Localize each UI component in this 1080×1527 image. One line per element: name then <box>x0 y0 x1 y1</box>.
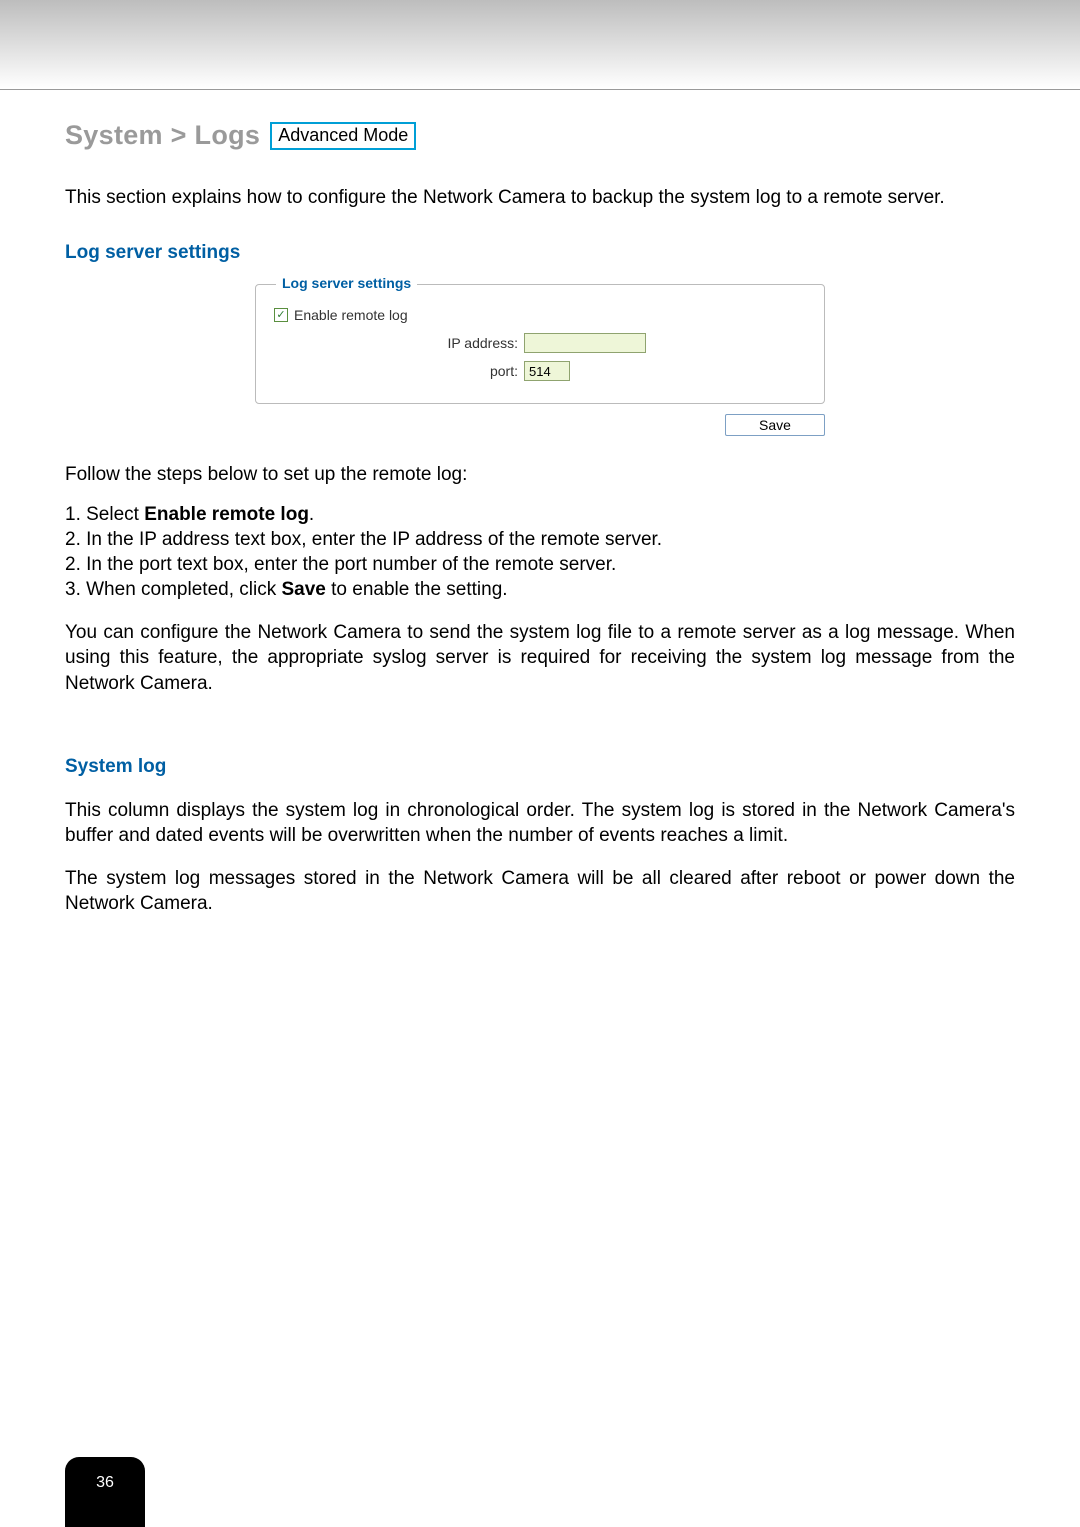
checkbox-icon[interactable]: ✓ <box>274 308 288 322</box>
step-2: 2. In the IP address text box, enter the… <box>65 527 1015 552</box>
breadcrumb: System > Logs <box>65 120 260 151</box>
fieldset-legend: Log server settings <box>276 275 417 291</box>
ip-address-label: IP address: <box>274 335 524 351</box>
log-server-note: You can configure the Network Camera to … <box>65 620 1015 695</box>
step-1: 1. Select Enable remote log. <box>65 502 1015 527</box>
port-row: port: <box>274 361 806 381</box>
enable-remote-log-label: Enable remote log <box>294 307 408 323</box>
port-input[interactable] <box>524 361 570 381</box>
log-server-settings-heading: Log server settings <box>65 242 1015 264</box>
steps-list: 1. Select Enable remote log. 2. In the I… <box>65 502 1015 602</box>
step-3: 3. When completed, click Save to enable … <box>65 577 1015 602</box>
system-log-heading: System log <box>65 756 1015 778</box>
enable-remote-log-row[interactable]: ✓ Enable remote log <box>274 307 806 323</box>
intro-text: This section explains how to configure t… <box>65 185 1015 210</box>
system-log-para2: The system log messages stored in the Ne… <box>65 866 1015 916</box>
ip-address-row: IP address: <box>274 333 806 353</box>
save-button[interactable]: Save <box>725 414 825 436</box>
page-number: 36 <box>65 1457 145 1527</box>
step-2b: 2. In the port text box, enter the port … <box>65 552 1015 577</box>
log-server-settings-fieldset: Log server settings ✓ Enable remote log … <box>255 284 825 404</box>
port-label: port: <box>274 363 524 379</box>
system-log-para1: This column displays the system log in c… <box>65 798 1015 848</box>
steps-intro: Follow the steps below to set up the rem… <box>65 464 1015 486</box>
header-gradient <box>0 0 1080 90</box>
ip-address-input[interactable] <box>524 333 646 353</box>
mode-badge: Advanced Mode <box>270 122 416 150</box>
breadcrumb-row: System > Logs Advanced Mode <box>65 120 1015 151</box>
